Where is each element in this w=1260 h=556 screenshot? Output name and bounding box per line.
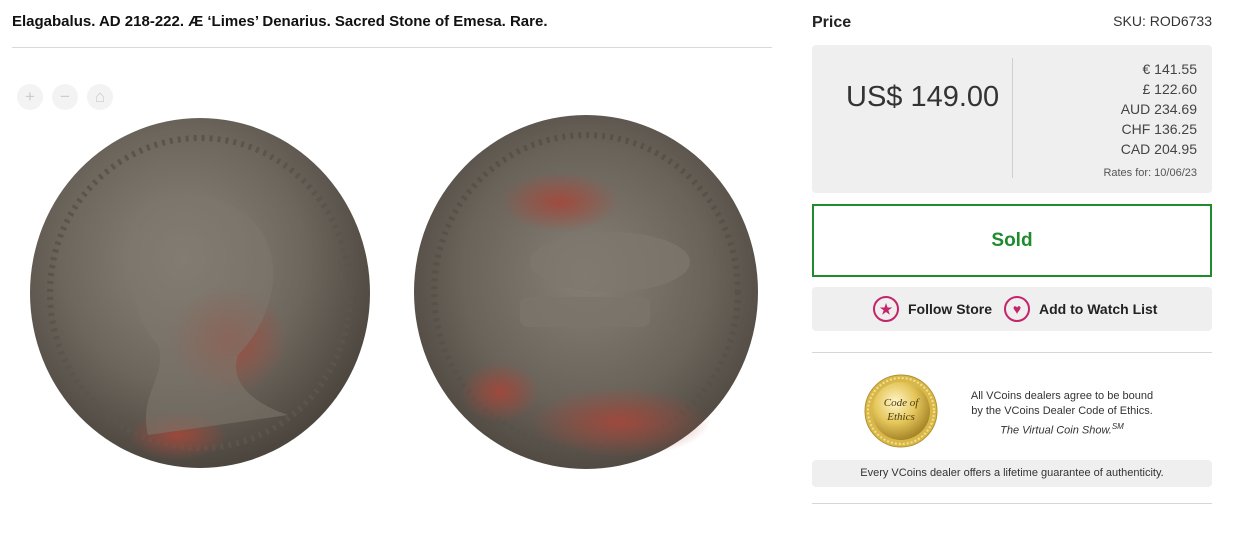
divider	[812, 352, 1212, 353]
store-actions-bar: ★ Follow Store ♥ Add to Watch List	[812, 287, 1212, 331]
zoom-out-button[interactable]: −	[52, 84, 78, 110]
seal-line1: Code of	[884, 397, 920, 409]
watch-list-label: Add to Watch List	[1039, 301, 1158, 317]
authenticity-guarantee: Every VCoins dealer offers a lifetime gu…	[812, 460, 1212, 487]
rate-chf: CHF 136.25	[1121, 121, 1197, 137]
coin-reverse-image	[414, 115, 758, 469]
ethics-line3: The Virtual Coin Show.SM	[958, 419, 1166, 439]
star-icon: ★	[873, 296, 899, 322]
sku-label: SKU: ROD6733	[1113, 13, 1212, 29]
ethics-line2: by the VCoins Dealer Code of Ethics.	[971, 405, 1153, 417]
ethics-sup: SM	[1111, 422, 1124, 431]
zoom-in-button[interactable]: +	[17, 84, 43, 110]
follow-store-button[interactable]: ★ Follow Store	[873, 296, 992, 322]
price-divider	[1012, 58, 1013, 178]
ethics-line3-text: The Virtual Coin Show.	[1000, 424, 1112, 437]
rate-eur: € 141.55	[1142, 61, 1198, 77]
price-amount: US$ 149.00	[846, 81, 1000, 113]
code-of-ethics-text: All VCoins dealers agree to be bound by …	[958, 389, 1166, 439]
heart-icon: ♥	[1004, 296, 1030, 322]
follow-store-label: Follow Store	[908, 301, 992, 317]
divider	[812, 503, 1212, 504]
ethics-line1: All VCoins dealers agree to be bound	[970, 390, 1154, 402]
sold-status-button[interactable]: Sold	[812, 204, 1212, 277]
price-panel: US$ 149.00 € 141.55 £ 122.60 AUD 234.69 …	[812, 45, 1212, 193]
rate-aud: AUD 234.69	[1120, 101, 1197, 117]
coin-obverse-image	[30, 118, 370, 468]
rate-gbp: £ 122.60	[1142, 81, 1198, 97]
home-button[interactable]: ⌂	[87, 84, 113, 110]
currency-conversions: € 141.55 £ 122.60 AUD 234.69 CHF 136.25 …	[1103, 59, 1197, 183]
rate-cad: CAD 204.95	[1120, 141, 1197, 157]
code-of-ethics-seal-icon: Code of Ethics	[864, 374, 938, 448]
rates-date: Rates for: 10/06/23	[1103, 167, 1197, 179]
price-label: Price	[812, 14, 852, 31]
add-to-watch-list-button[interactable]: ♥ Add to Watch List	[1004, 296, 1157, 322]
seal-line2: Ethics	[886, 411, 915, 423]
title-divider	[12, 47, 772, 48]
listing-title: Elagabalus. AD 218-222. Æ ‘Limes’ Denari…	[12, 13, 548, 30]
